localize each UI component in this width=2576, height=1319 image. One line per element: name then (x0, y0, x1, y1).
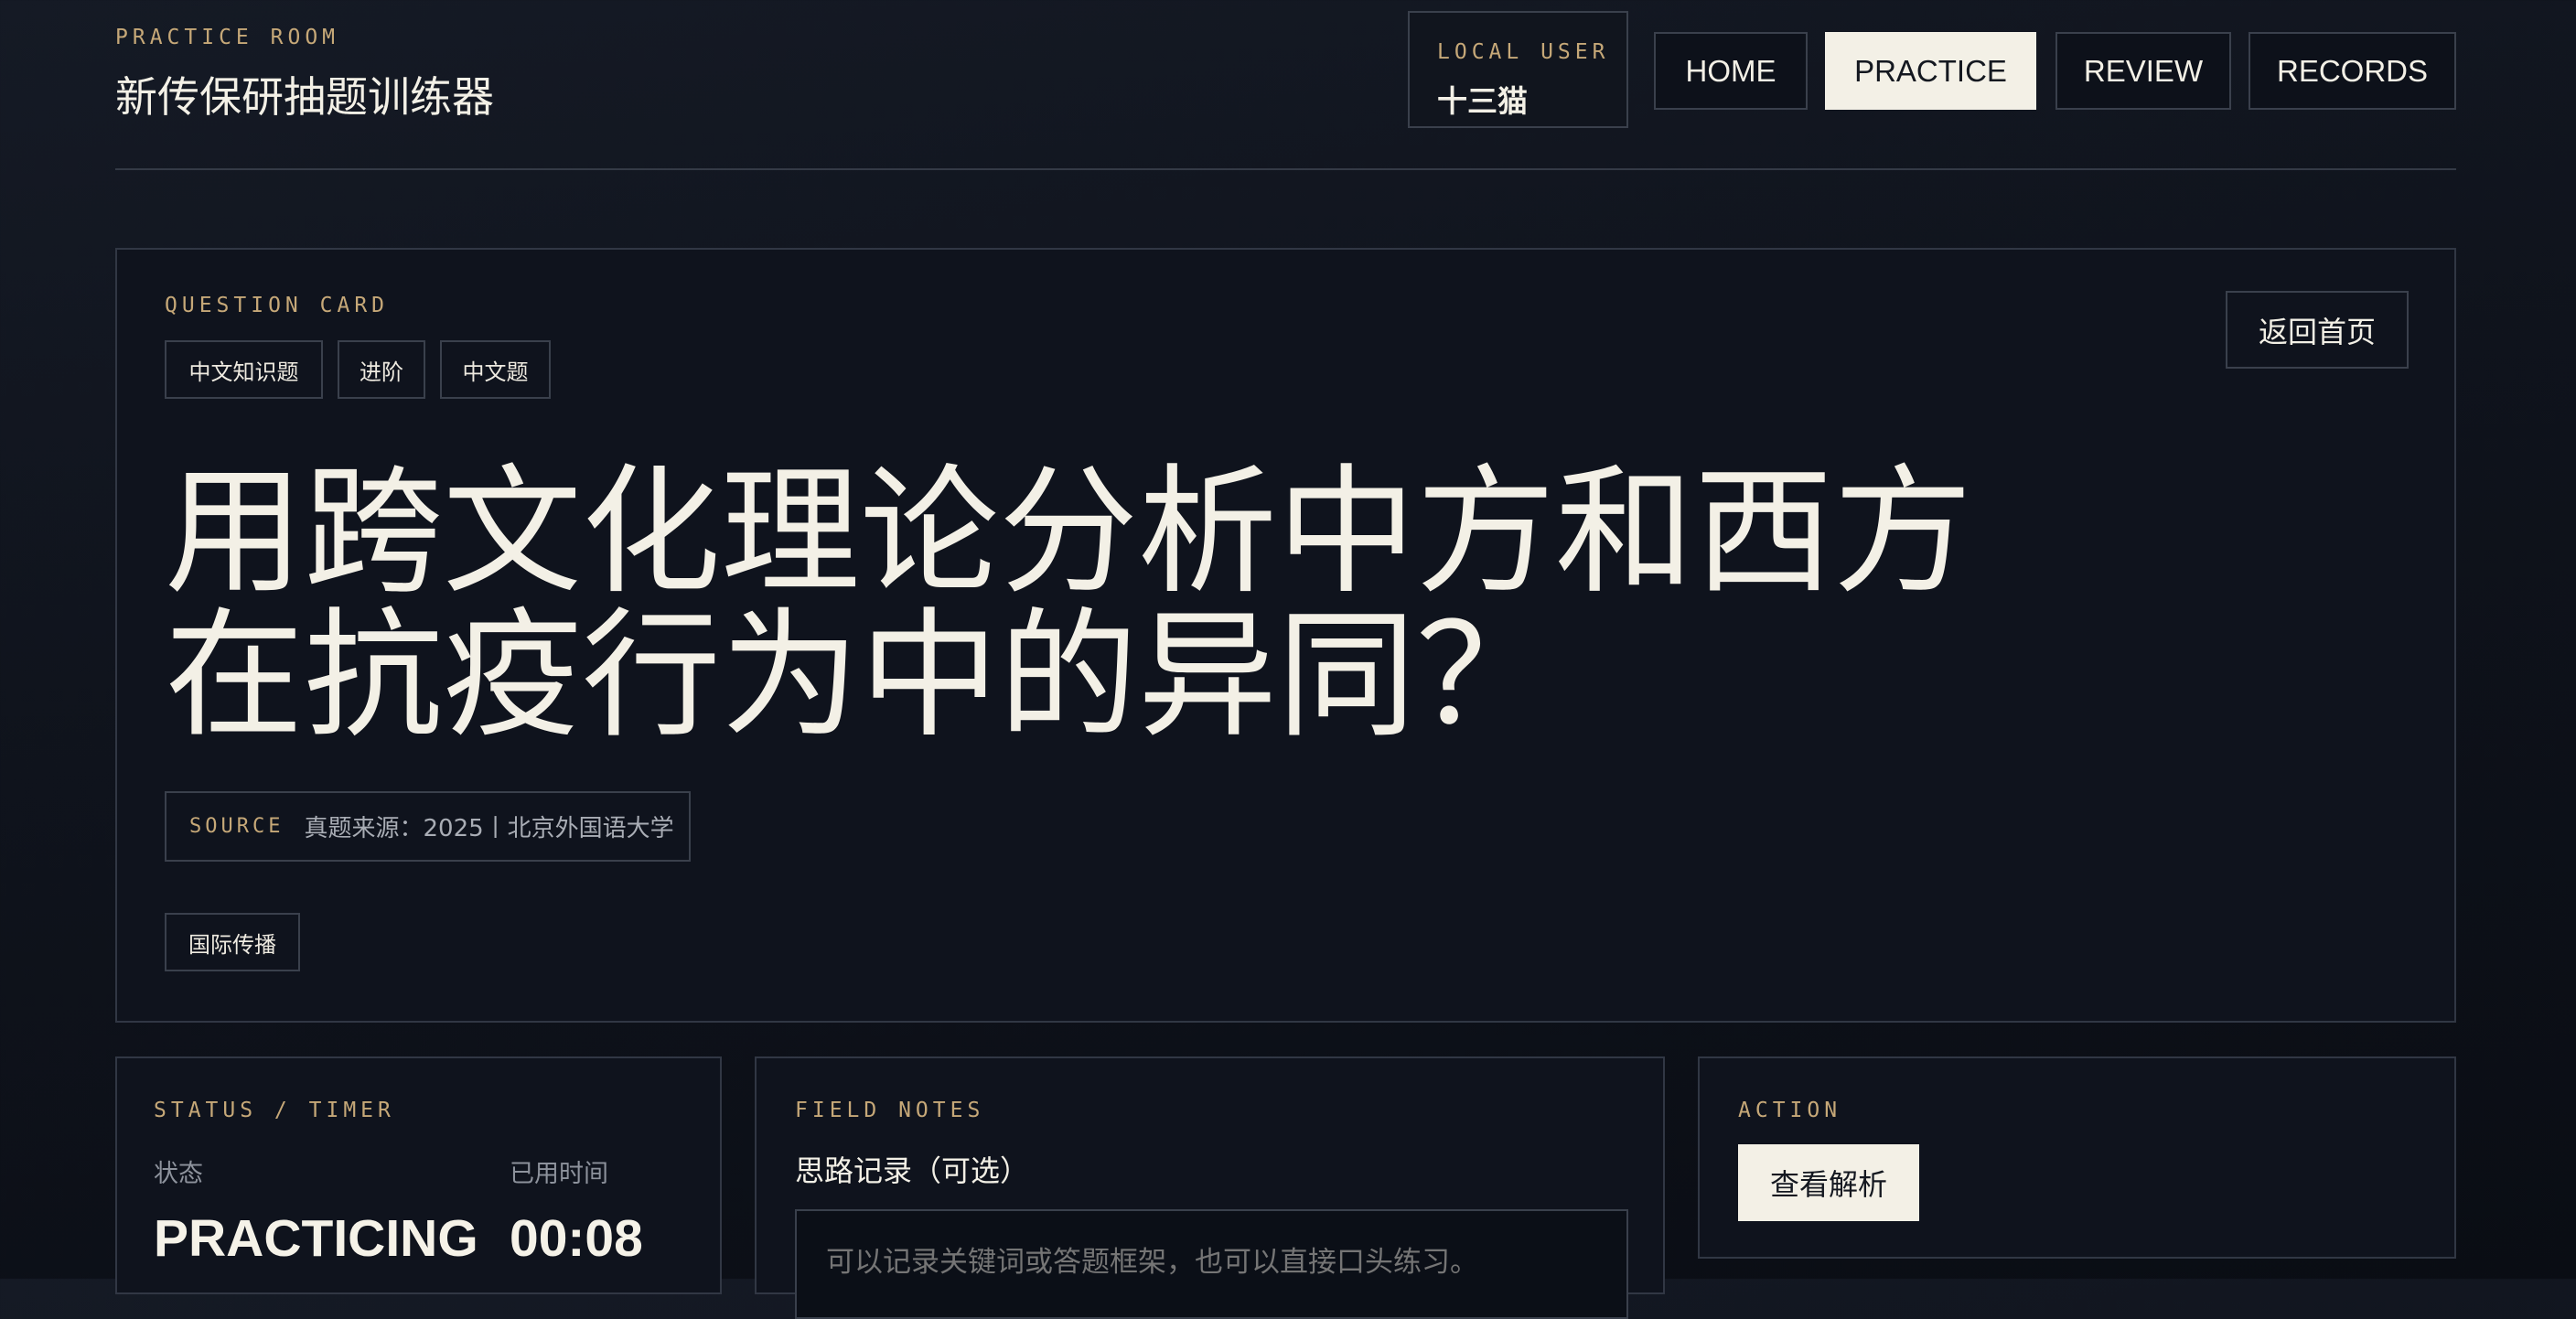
nav-practice-button[interactable]: PRACTICE (1825, 32, 2036, 110)
notes-textarea[interactable] (795, 1209, 1628, 1319)
topic-tag: 国际传播 (165, 913, 300, 971)
question-line-2: 在抗疫行为中的异同？ (165, 595, 1555, 756)
action-panel: ACTION 查看解析 (1698, 1056, 2456, 1259)
tag-language: 中文题 (440, 340, 551, 399)
action-eyebrow: ACTION (1738, 1099, 1842, 1122)
brand-eyebrow: PRACTICE ROOM (115, 26, 340, 49)
back-home-button[interactable]: 返回首页 (2226, 291, 2409, 369)
nav-home-button[interactable]: HOME (1654, 32, 1808, 110)
status-eyebrow: STATUS / TIMER (154, 1099, 395, 1122)
brand-title: 新传保研抽题训练器 (115, 72, 494, 122)
tag-level: 进阶 (338, 340, 425, 399)
nav-records-button[interactable]: RECORDS (2249, 32, 2456, 110)
tag-category: 中文知识题 (165, 340, 323, 399)
user-name: 十三猫 (1437, 83, 1528, 119)
source-text: 真题来源：2025丨北京外国语大学 (304, 815, 674, 842)
view-analysis-button[interactable]: 查看解析 (1738, 1144, 1919, 1221)
notes-title: 思路记录（可选） (795, 1153, 1030, 1188)
question-title: 用跨文化理论分析中方和西方 在抗疫行为中的异同？ (165, 460, 1972, 747)
status-label: 状态 (154, 1160, 203, 1188)
question-card: QUESTION CARD 中文知识题 进阶 中文题 返回首页 用跨文化理论分析… (115, 248, 2456, 1023)
local-user-box: LOCAL USER 十三猫 (1408, 11, 1628, 128)
time-label: 已用时间 (510, 1160, 608, 1188)
question-line-1: 用跨文化理论分析中方和西方 (165, 451, 1972, 613)
field-notes-panel: FIELD NOTES 思路记录（可选） (755, 1056, 1665, 1319)
question-card-eyebrow: QUESTION CARD (165, 294, 390, 317)
status-value: PRACTICING (154, 1209, 478, 1268)
status-timer-panel: STATUS / TIMER 状态 已用时间 PRACTICING 00:08 (115, 1056, 722, 1294)
notes-eyebrow: FIELD NOTES (795, 1099, 985, 1122)
timer-value: 00:08 (510, 1209, 643, 1268)
header-divider (115, 168, 2456, 170)
user-label: LOCAL USER (1437, 40, 1610, 64)
nav-review-button[interactable]: REVIEW (2055, 32, 2231, 110)
source-label: SOURCE (189, 815, 284, 838)
source-box: SOURCE 真题来源：2025丨北京外国语大学 (165, 791, 691, 862)
